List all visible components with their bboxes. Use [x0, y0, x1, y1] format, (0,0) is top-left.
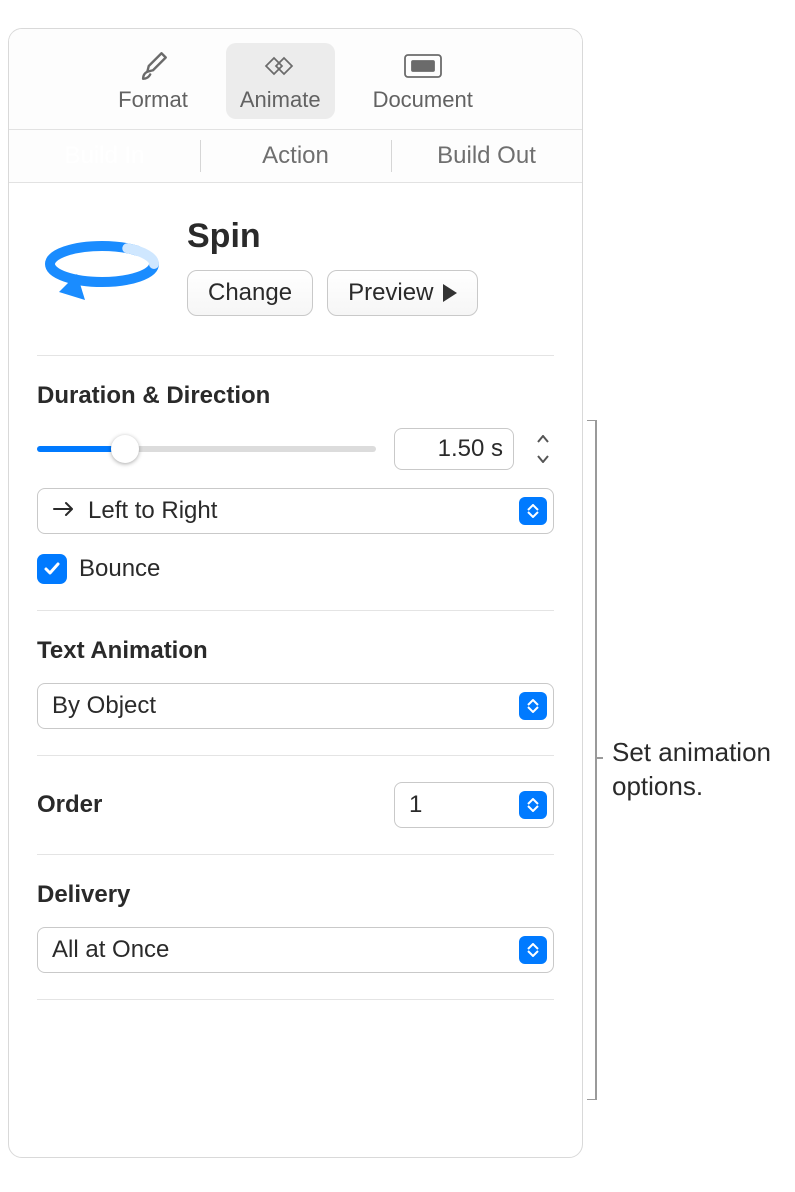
direction-select[interactable]: Left to Right [37, 488, 554, 534]
text-animation-section: Text Animation By Object [37, 611, 554, 756]
text-animation-value: By Object [52, 692, 156, 720]
slider-thumb[interactable] [111, 435, 139, 463]
text-animation-select[interactable]: By Object [37, 683, 554, 729]
duration-title: Duration & Direction [37, 382, 554, 410]
inspector-panel: Format Animate Document Build In Action … [8, 28, 583, 1158]
text-animation-title: Text Animation [37, 637, 554, 665]
delivery-select[interactable]: All at Once [37, 927, 554, 973]
dropdown-arrows-icon [519, 936, 547, 964]
effect-name: Spin [187, 217, 554, 256]
order-value: 1 [409, 791, 422, 819]
delivery-value: All at Once [52, 936, 169, 964]
duration-slider[interactable] [37, 435, 376, 463]
delivery-title: Delivery [37, 881, 554, 909]
tab-build-out[interactable]: Build Out [391, 130, 582, 182]
document-icon [403, 49, 443, 83]
inspector-content: Spin Change Preview Duration & Direction [9, 183, 582, 1000]
format-label: Format [118, 87, 188, 113]
stepper-down-icon[interactable] [532, 450, 554, 468]
inspector-toolbar: Format Animate Document [9, 29, 582, 130]
change-button[interactable]: Change [187, 270, 313, 316]
dropdown-arrows-icon [519, 791, 547, 819]
document-tab[interactable]: Document [359, 43, 487, 119]
play-icon [443, 284, 457, 302]
animate-tab[interactable]: Animate [226, 43, 335, 119]
order-select[interactable]: 1 [394, 782, 554, 828]
bounce-checkbox[interactable] [37, 554, 67, 584]
tab-action[interactable]: Action [200, 130, 391, 182]
build-tabs: Build In Action Build Out [9, 130, 582, 183]
format-tab[interactable]: Format [104, 43, 202, 119]
duration-input[interactable]: 1.50 s [394, 428, 514, 470]
tab-build-in[interactable]: Build In [9, 130, 200, 182]
direction-value: Left to Right [88, 497, 217, 525]
preview-button[interactable]: Preview [327, 270, 478, 316]
duration-stepper[interactable] [532, 430, 554, 468]
animate-icon [258, 49, 302, 83]
effect-header: Spin Change Preview [37, 183, 554, 356]
callout-text: Set animation options. [612, 736, 795, 804]
order-section: Order 1 [37, 756, 554, 855]
document-label: Document [373, 87, 473, 113]
stepper-up-icon[interactable] [532, 430, 554, 448]
animate-label: Animate [240, 87, 321, 113]
delivery-section: Delivery All at Once [37, 855, 554, 1000]
duration-section: Duration & Direction 1.50 s Le [37, 356, 554, 611]
paintbrush-icon [136, 49, 170, 83]
callout-bracket-icon [586, 420, 604, 1100]
order-title: Order [37, 791, 102, 819]
spin-preview-icon [37, 217, 167, 327]
dropdown-arrows-icon [519, 692, 547, 720]
bounce-label: Bounce [79, 555, 160, 583]
arrow-right-icon [52, 497, 78, 525]
dropdown-arrows-icon [519, 497, 547, 525]
